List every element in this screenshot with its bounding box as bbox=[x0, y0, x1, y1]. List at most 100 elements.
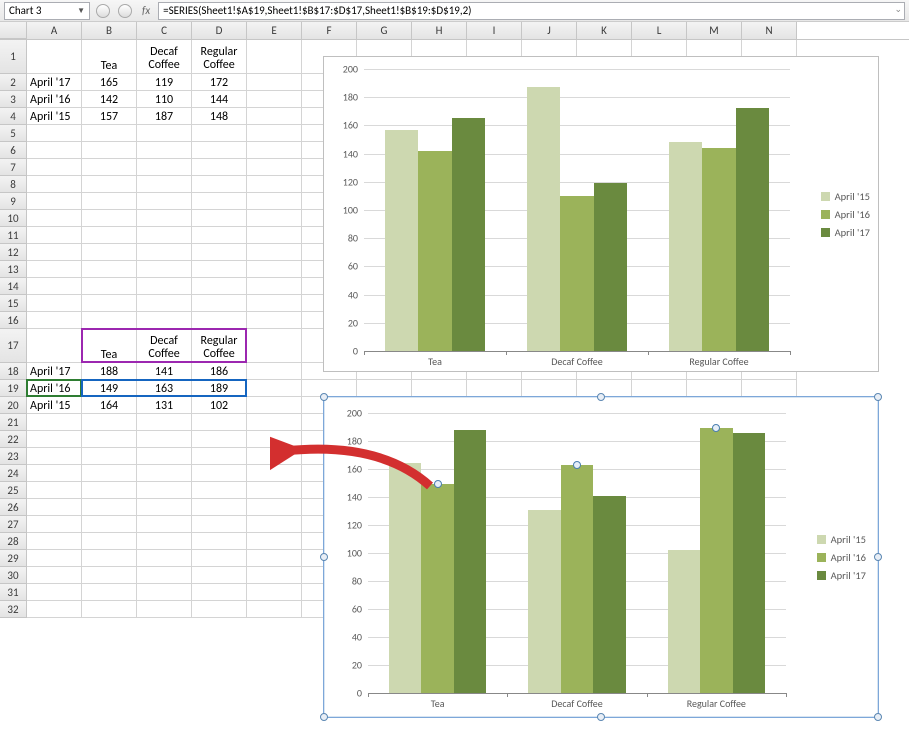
cell-D16[interactable] bbox=[192, 312, 247, 329]
legend-item[interactable]: April '16 bbox=[821, 208, 870, 221]
cell-C8[interactable] bbox=[137, 176, 192, 193]
bar-April15-Tea[interactable] bbox=[389, 463, 422, 693]
col-header-G[interactable]: G bbox=[357, 22, 412, 39]
cell-A21[interactable] bbox=[27, 414, 82, 431]
cell-B19[interactable]: 149 bbox=[82, 380, 137, 397]
cell-A5[interactable] bbox=[27, 125, 82, 142]
cell-B27[interactable] bbox=[82, 516, 137, 533]
cell-B28[interactable] bbox=[82, 533, 137, 550]
cell-E11[interactable] bbox=[247, 227, 302, 244]
cell-B30[interactable] bbox=[82, 567, 137, 584]
cell-C24[interactable] bbox=[137, 465, 192, 482]
bar-April17-DecafCoffee[interactable] bbox=[594, 183, 627, 351]
row-header-8[interactable]: 8 bbox=[0, 176, 27, 193]
cell-M19[interactable] bbox=[687, 380, 742, 397]
cell-D29[interactable] bbox=[192, 550, 247, 567]
bar-April17-Tea[interactable] bbox=[454, 430, 487, 693]
chart-resize-handle[interactable] bbox=[874, 553, 882, 561]
row-header-22[interactable]: 22 bbox=[0, 431, 27, 448]
cell-B29[interactable] bbox=[82, 550, 137, 567]
cell-E20[interactable] bbox=[247, 397, 302, 414]
row-header-4[interactable]: 4 bbox=[0, 108, 27, 125]
cell-C6[interactable] bbox=[137, 142, 192, 159]
series-point-handle[interactable] bbox=[712, 424, 720, 432]
cell-D23[interactable] bbox=[192, 448, 247, 465]
row-header-9[interactable]: 9 bbox=[0, 193, 27, 210]
row-header-29[interactable]: 29 bbox=[0, 550, 27, 567]
col-header-J[interactable]: J bbox=[522, 22, 577, 39]
cell-C27[interactable] bbox=[137, 516, 192, 533]
cell-C29[interactable] bbox=[137, 550, 192, 567]
cell-E29[interactable] bbox=[247, 550, 302, 567]
cell-F19[interactable] bbox=[302, 380, 357, 397]
cell-A32[interactable] bbox=[27, 601, 82, 618]
cell-B14[interactable] bbox=[82, 278, 137, 295]
col-header-K[interactable]: K bbox=[577, 22, 632, 39]
cell-B9[interactable] bbox=[82, 193, 137, 210]
cell-B17[interactable]: Tea bbox=[82, 329, 137, 363]
cell-A17[interactable] bbox=[27, 329, 82, 363]
cell-C15[interactable] bbox=[137, 295, 192, 312]
cell-C32[interactable] bbox=[137, 601, 192, 618]
cell-D14[interactable] bbox=[192, 278, 247, 295]
col-header-C[interactable]: C bbox=[137, 22, 192, 39]
cell-D2[interactable]: 172 bbox=[192, 74, 247, 91]
cell-D17[interactable]: Regular Coffee bbox=[192, 329, 247, 363]
cell-C13[interactable] bbox=[137, 261, 192, 278]
cell-C22[interactable] bbox=[137, 431, 192, 448]
cell-C1[interactable]: Decaf Coffee bbox=[137, 40, 192, 74]
cell-N19[interactable] bbox=[742, 380, 797, 397]
cell-E10[interactable] bbox=[247, 210, 302, 227]
cell-I19[interactable] bbox=[467, 380, 522, 397]
cell-D19[interactable]: 189 bbox=[192, 380, 247, 397]
cell-D8[interactable] bbox=[192, 176, 247, 193]
row-header-2[interactable]: 2 bbox=[0, 74, 27, 91]
cell-D25[interactable] bbox=[192, 482, 247, 499]
cell-C26[interactable] bbox=[137, 499, 192, 516]
cell-A7[interactable] bbox=[27, 159, 82, 176]
select-all-corner[interactable] bbox=[0, 22, 27, 39]
cell-B32[interactable] bbox=[82, 601, 137, 618]
col-header-N[interactable]: N bbox=[742, 22, 797, 39]
cell-H19[interactable] bbox=[412, 380, 467, 397]
chart-resize-handle[interactable] bbox=[320, 553, 328, 561]
cell-B15[interactable] bbox=[82, 295, 137, 312]
row-header-12[interactable]: 12 bbox=[0, 244, 27, 261]
cell-C21[interactable] bbox=[137, 414, 192, 431]
cell-C28[interactable] bbox=[137, 533, 192, 550]
cell-C16[interactable] bbox=[137, 312, 192, 329]
cell-D27[interactable] bbox=[192, 516, 247, 533]
row-header-25[interactable]: 25 bbox=[0, 482, 27, 499]
cell-D4[interactable]: 148 bbox=[192, 108, 247, 125]
cell-B5[interactable] bbox=[82, 125, 137, 142]
row-header-1[interactable]: 1 bbox=[0, 40, 27, 74]
bar-April17-RegularCoffee[interactable] bbox=[733, 433, 766, 693]
cell-A24[interactable] bbox=[27, 465, 82, 482]
cell-E15[interactable] bbox=[247, 295, 302, 312]
cell-D11[interactable] bbox=[192, 227, 247, 244]
col-header-I[interactable]: I bbox=[467, 22, 522, 39]
cell-B13[interactable] bbox=[82, 261, 137, 278]
cell-D24[interactable] bbox=[192, 465, 247, 482]
cell-D13[interactable] bbox=[192, 261, 247, 278]
row-header-26[interactable]: 26 bbox=[0, 499, 27, 516]
chart-resize-handle[interactable] bbox=[597, 393, 605, 401]
col-header-M[interactable]: M bbox=[687, 22, 742, 39]
cell-A13[interactable] bbox=[27, 261, 82, 278]
cell-E31[interactable] bbox=[247, 584, 302, 601]
bar-April16-Tea[interactable] bbox=[421, 484, 454, 693]
row-header-7[interactable]: 7 bbox=[0, 159, 27, 176]
cell-C23[interactable] bbox=[137, 448, 192, 465]
cell-E8[interactable] bbox=[247, 176, 302, 193]
cell-E7[interactable] bbox=[247, 159, 302, 176]
row-header-13[interactable]: 13 bbox=[0, 261, 27, 278]
cell-A11[interactable] bbox=[27, 227, 82, 244]
cell-A10[interactable] bbox=[27, 210, 82, 227]
cell-E6[interactable] bbox=[247, 142, 302, 159]
col-header-B[interactable]: B bbox=[82, 22, 137, 39]
cell-B23[interactable] bbox=[82, 448, 137, 465]
cell-E17[interactable] bbox=[247, 329, 302, 363]
cell-D15[interactable] bbox=[192, 295, 247, 312]
cell-C14[interactable] bbox=[137, 278, 192, 295]
row-header-19[interactable]: 19 bbox=[0, 380, 27, 397]
